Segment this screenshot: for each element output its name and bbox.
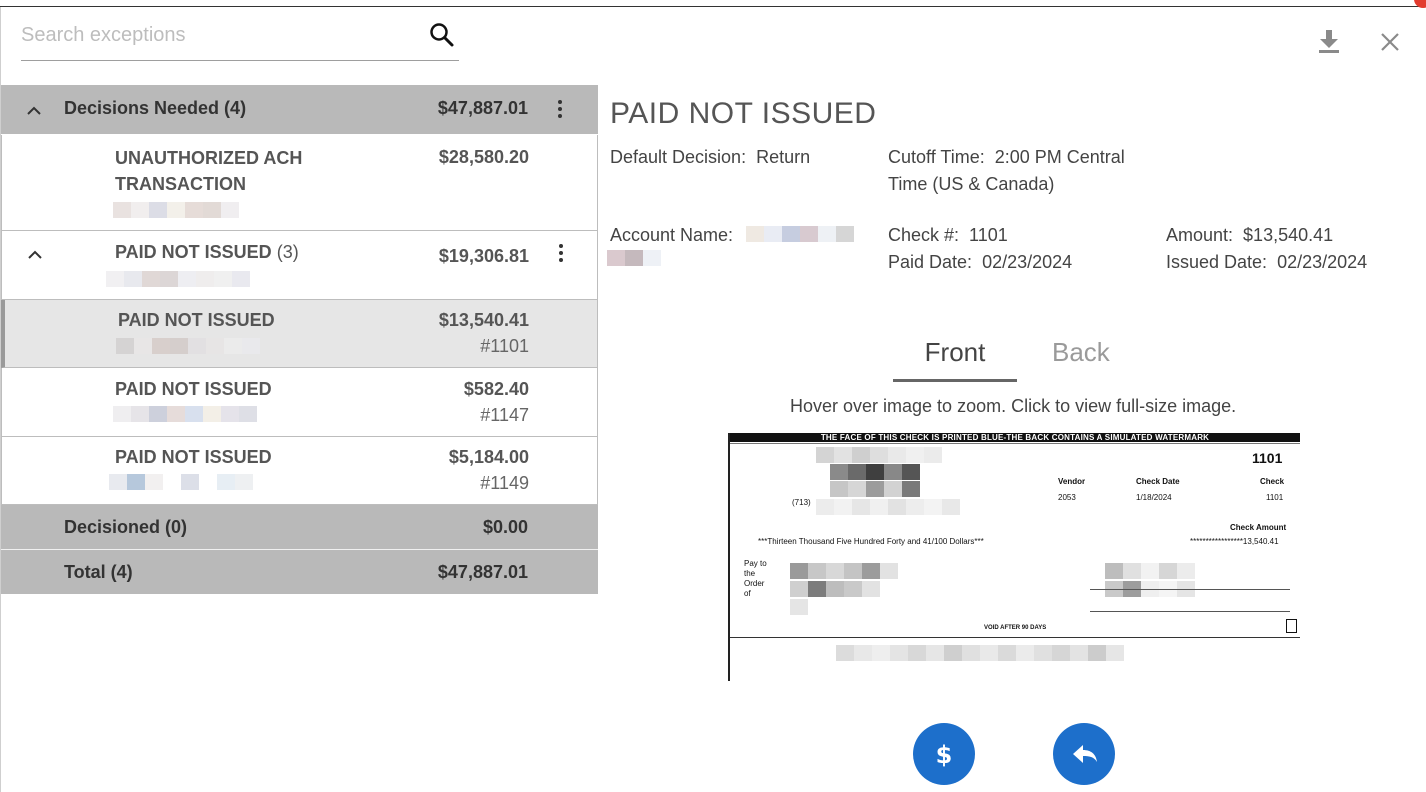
redacted-text [116, 338, 260, 354]
close-icon[interactable] [1380, 32, 1400, 52]
check-date: 1/18/2024 [1136, 493, 1172, 502]
group-amount: $0.00 [482, 517, 528, 537]
check-void-note: VOID AFTER 90 DAYS [984, 625, 1047, 631]
redacted-micr-line [836, 645, 1124, 661]
check-label: Check [1260, 477, 1285, 486]
redacted-text [113, 202, 239, 218]
redacted-payee [790, 563, 898, 579]
total-amount: $47,887.01 [437, 562, 528, 582]
check-vendor-label: Vendor [1058, 477, 1086, 486]
subgroup-amount: $19,306.81 [438, 246, 529, 266]
item-check-number: #1101 [480, 336, 529, 356]
item-amount: $13,540.41 [438, 310, 529, 330]
check-vendor: 2053 [1058, 493, 1076, 502]
group-decisioned[interactable]: Decisioned (0) $0.00 [1, 505, 598, 549]
check-value: 1101 [1266, 493, 1284, 502]
check-number-top: 1101 [1252, 450, 1283, 466]
cutoff-time: Cutoff Time: 2:00 PM Central Time (US & C… [888, 147, 1125, 194]
issued-date-label: Issued Date: [1166, 252, 1268, 272]
redacted-payee-2 [790, 581, 880, 597]
tab-back[interactable]: Back [1052, 337, 1110, 368]
redacted-text [113, 406, 257, 422]
pay-to-1: Pay to [744, 559, 767, 568]
list-item-unauthorized-ach[interactable]: UNAUTHORIZED ACH TRANSACTION $28,580.20 [1, 135, 598, 231]
redacted-text [106, 271, 250, 287]
lock-icon [1286, 619, 1297, 633]
list-item-check-1149[interactable]: PAID NOT ISSUED $5,184.00 #1149 [1, 437, 598, 505]
chevron-up-icon[interactable] [25, 104, 43, 116]
check-amount-label: Check Amount [1230, 523, 1287, 532]
check-banner: THE FACE OF THIS CHECK IS PRINTED BLUE-T… [730, 433, 1300, 442]
check-phone: (713) [792, 498, 811, 507]
more-options-icon[interactable] [558, 100, 564, 121]
total-label: Total (4) [64, 562, 133, 582]
group-label: Decisions Needed (4) [64, 98, 247, 118]
item-check-number: #1147 [480, 405, 529, 425]
subgroup-paid-not-issued[interactable]: PAID NOT ISSUED (3) $19,306.81 [1, 231, 598, 300]
paid-date: 02/23/2024 [982, 252, 1073, 272]
pay-to-3: Order [744, 579, 765, 588]
redacted-account-name-2 [607, 250, 661, 266]
item-amount: $582.40 [463, 379, 529, 399]
reply-icon [1073, 745, 1097, 763]
search-icon[interactable] [429, 22, 455, 48]
list-item-check-1101[interactable]: PAID NOT ISSUED $13,540.41 #1101 [1, 300, 598, 368]
account-name: Account Name: [610, 225, 734, 245]
top-border [0, 0, 1426, 7]
item-title: PAID NOT ISSUED [115, 379, 272, 399]
download-icon[interactable] [1317, 28, 1341, 54]
redacted-payer-2 [830, 464, 920, 480]
issued-date: 02/23/2024 [1277, 252, 1368, 272]
group-amount: $47,887.01 [437, 98, 528, 118]
check-date-label: Check Date [1136, 477, 1180, 486]
paid-date-label: Paid Date: [888, 252, 973, 272]
redacted-payer [816, 447, 942, 463]
exception-detail-pane: PAID NOT ISSUED Default Decision: Return … [597, 7, 1426, 792]
redacted-text [109, 474, 253, 490]
item-title-line2: TRANSACTION [115, 174, 246, 194]
subgroup-title: PAID NOT ISSUED (3) [115, 242, 299, 262]
item-title: PAID NOT ISSUED [118, 310, 275, 330]
check-image[interactable]: THE FACE OF THIS CHECK IS PRINTED BLUE-T… [728, 433, 1300, 681]
exceptions-list-pane: Decisions Needed (4) $47,887.01 UNAUTHOR… [0, 7, 598, 792]
group-decisions-needed[interactable]: Decisions Needed (4) $47,887.01 [1, 85, 598, 134]
redacted-signature [1105, 563, 1195, 579]
pay-to-4: of [744, 589, 751, 598]
item-title: PAID NOT ISSUED [115, 447, 272, 467]
svg-text:$: $ [936, 741, 953, 769]
check-number: Check #: 1101 Paid Date: 02/23/2024 [888, 225, 1073, 272]
item-check-number: #1149 [480, 473, 529, 493]
redacted-payer-4 [816, 499, 960, 515]
redacted-payee-3 [790, 599, 808, 615]
dollar-icon: $ [936, 741, 953, 769]
group-label: Decisioned (0) [64, 517, 188, 537]
pay-button[interactable]: $ [913, 723, 975, 785]
item-amount: $5,184.00 [448, 447, 529, 467]
more-options-icon[interactable] [559, 244, 565, 265]
redacted-account-name [746, 226, 854, 242]
redacted-payer-3 [830, 481, 920, 497]
default-decision: Default Decision: Return [610, 147, 811, 167]
item-amount: $28,580.20 [438, 147, 529, 167]
search-box [21, 14, 459, 61]
image-hint: Hover over image to zoom. Click to view … [790, 396, 1237, 416]
check-amount: *****************13,540.41 [1190, 537, 1279, 546]
return-button[interactable] [1053, 723, 1115, 785]
pay-to-2: the [744, 569, 756, 578]
item-title-line1: UNAUTHORIZED ACH [115, 148, 303, 168]
tab-front[interactable]: Front [893, 337, 1017, 382]
list-item-check-1147[interactable]: PAID NOT ISSUED $582.40 #1147 [1, 368, 598, 437]
group-total: Total (4) $47,887.01 [1, 550, 598, 594]
chevron-up-icon[interactable] [26, 248, 44, 260]
search-input[interactable] [21, 20, 421, 50]
amount: Amount: $13,540.41 Issued Date: 02/23/2024 [1166, 225, 1368, 272]
check-words: ***Thirteen Thousand Five Hundred Forty … [758, 537, 984, 546]
detail-title: PAID NOT ISSUED [610, 97, 877, 130]
